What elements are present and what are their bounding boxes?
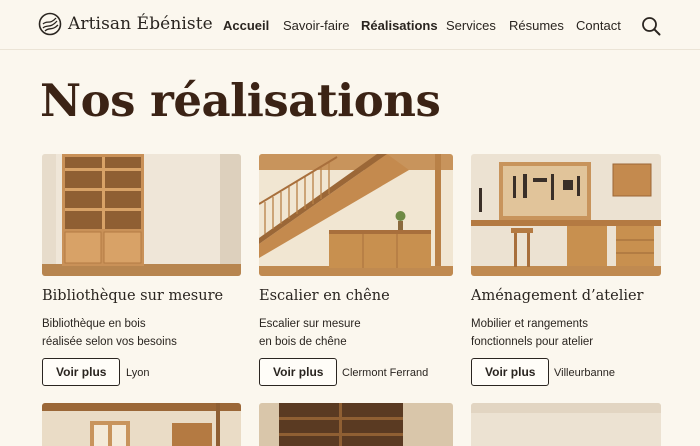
voir-plus-button[interactable]: Voir plus (42, 358, 121, 386)
nav-item-resumes[interactable]: Résumes (509, 18, 564, 33)
project-description-line: en bois de chêne (259, 336, 347, 348)
nav-item-realisations[interactable]: Réalisations (361, 18, 438, 33)
voir-plus-button[interactable]: Voir plus (259, 358, 338, 386)
staircase-photo[interactable] (259, 154, 453, 276)
project-description-line: Mobilier et rangements (471, 318, 588, 330)
project-card: Escalier en chêne Escalier sur mesure en… (259, 154, 453, 386)
brand[interactable]: Artisan Ébéniste (38, 12, 213, 36)
project-title: Escalier en chêne (259, 288, 390, 304)
brand-name: Artisan Ébéniste (68, 14, 213, 34)
project-card: Bibliothèque sur mesure Bibliothèque en … (42, 154, 241, 386)
nav-item-accueil[interactable]: Accueil (223, 18, 269, 33)
project-description-line: fonctionnels pour atelier (471, 336, 594, 348)
project-location: Villeurbanne (554, 367, 615, 379)
search-icon[interactable] (641, 16, 661, 36)
project-photo-partial[interactable] (42, 403, 241, 446)
project-description: Bibliothèque en bois réalisée selon vos … (42, 315, 177, 351)
project-photo-partial[interactable] (471, 403, 661, 446)
project-photo-partial[interactable] (259, 403, 453, 446)
nav-item-contact[interactable]: Contact (576, 18, 621, 33)
project-description: Mobilier et rangements fonctionnels pour… (471, 315, 593, 351)
project-description: Escalier sur mesure en bois de chêne (259, 315, 361, 351)
project-location: Lyon (126, 367, 150, 379)
project-card: Aménagement d’atelier Mobilier et rangem… (471, 154, 661, 386)
project-description-line: réalisée selon vos besoins (42, 336, 177, 348)
top-navigation: Artisan Ébéniste Accueil Savoir-faire Ré… (0, 0, 700, 50)
page-title: Nos réalisations (40, 74, 441, 127)
project-title: Aménagement d’atelier (471, 288, 644, 304)
voir-plus-button[interactable]: Voir plus (471, 358, 550, 386)
nav-item-services[interactable]: Services (446, 18, 496, 33)
project-description-line: Bibliothèque en bois (42, 318, 146, 330)
project-title: Bibliothèque sur mesure (42, 288, 224, 304)
nav-item-savoir-faire[interactable]: Savoir-faire (283, 18, 349, 33)
workshop-photo[interactable] (471, 154, 661, 276)
project-description-line: Escalier sur mesure (259, 318, 361, 330)
project-location: Clermont Ferrand (342, 367, 429, 379)
bookshelf-photo[interactable] (42, 154, 241, 276)
wood-grain-logo-icon (38, 12, 62, 36)
